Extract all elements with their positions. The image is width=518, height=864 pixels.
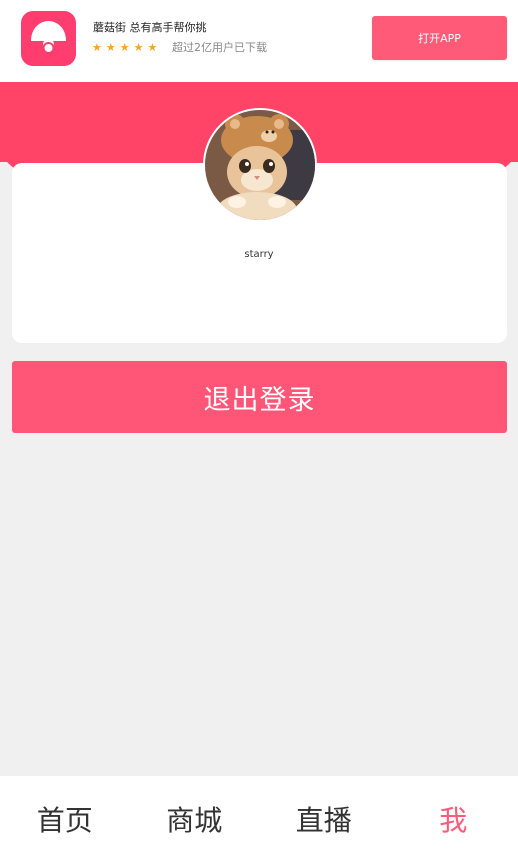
tab-live[interactable]: 直播 — [259, 776, 389, 864]
star-icon: ★ — [105, 41, 116, 54]
tab-me[interactable]: 我 — [389, 776, 518, 864]
mushroom-app-icon[interactable] — [21, 11, 76, 66]
username: starry — [244, 249, 274, 260]
tab-home[interactable]: 首页 — [0, 776, 130, 864]
rating-stars: ★ ★ ★ ★ ★ — [92, 41, 157, 55]
avatar[interactable] — [203, 108, 317, 222]
banner-subtitle: 超过2亿用户已下载 — [172, 41, 267, 54]
logout-button[interactable]: 退出登录 — [12, 361, 507, 433]
app-download-banner: 蘑菇街 总有高手帮你挑 ★ ★ ★ ★ ★ 超过2亿用户已下载 打开APP — [0, 0, 518, 82]
tab-mall[interactable]: 商城 — [130, 776, 260, 864]
star-icon: ★ — [133, 41, 144, 54]
banner-title: 蘑菇街 总有高手帮你挑 — [93, 21, 207, 34]
bottom-tab-bar: 首页 商城 直播 我 — [0, 776, 518, 864]
open-app-button[interactable]: 打开APP — [372, 16, 507, 60]
star-icon: ★ — [147, 41, 158, 54]
star-icon: ★ — [92, 41, 102, 54]
star-icon: ★ — [119, 41, 130, 54]
